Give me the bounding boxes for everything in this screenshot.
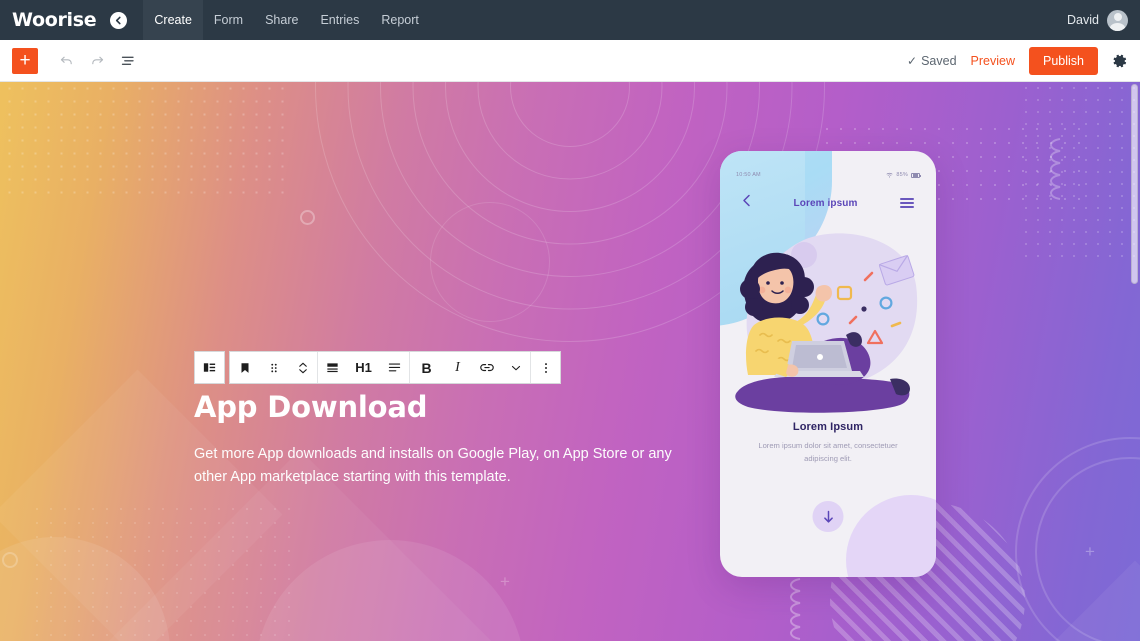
nav-item-report[interactable]: Report xyxy=(370,0,430,40)
phone-illustration xyxy=(720,229,936,419)
arrow-down-icon xyxy=(823,510,833,523)
gear-icon xyxy=(1113,54,1127,67)
deco-diamond-3 xyxy=(993,560,1140,641)
deco-plus-2: + xyxy=(1085,542,1095,561)
nav-item-entries[interactable]: Entries xyxy=(309,0,370,40)
link-button[interactable] xyxy=(472,352,501,383)
move-up-down-icon xyxy=(298,362,307,373)
deco-dots-top-right xyxy=(1020,82,1140,262)
deco-ring-3 xyxy=(430,202,550,322)
phone-card-text: Lorem ipsum dolor sit amet, consectetuer… xyxy=(758,441,898,463)
publish-button[interactable]: Publish xyxy=(1029,46,1098,75)
nav-item-create[interactable]: Create xyxy=(143,0,203,40)
wifi-icon xyxy=(886,172,893,178)
canvas-scrollbar-thumb[interactable] xyxy=(1131,84,1138,284)
chevron-left-icon xyxy=(743,194,750,207)
redo-icon xyxy=(91,56,103,65)
phone-scroll-down-button[interactable] xyxy=(812,501,844,532)
top-navigation-bar: Woorise Create Form Share Entries Report… xyxy=(0,0,1140,40)
person-with-laptop-illustration xyxy=(735,233,918,413)
more-formats-button[interactable] xyxy=(501,352,530,383)
settings-button[interactable] xyxy=(1112,53,1128,69)
deco-zigzag-1 xyxy=(780,577,810,641)
undo-button[interactable] xyxy=(52,47,80,75)
nav-item-form[interactable]: Form xyxy=(203,0,254,40)
align-text-button[interactable] xyxy=(380,352,409,383)
deco-small-ring-1 xyxy=(2,552,18,568)
paragraph-block-button[interactable] xyxy=(318,352,347,383)
move-block-button[interactable] xyxy=(288,352,317,383)
bold-button[interactable]: B xyxy=(410,352,443,383)
saved-status: ✓ Saved xyxy=(907,54,957,68)
block-format-toolbar: H1 B I xyxy=(194,351,561,384)
phone-app-header: Lorem ipsum xyxy=(720,194,936,212)
phone-back-button[interactable] xyxy=(742,194,751,212)
more-options-icon xyxy=(544,362,547,373)
phone-battery-percent: 85% xyxy=(896,172,908,178)
hero-text-block: App Download Get more App downloads and … xyxy=(194,387,714,489)
block-tools-panel: H1 B I xyxy=(229,351,561,384)
deco-ring-1 xyxy=(1015,437,1140,641)
phone-mockup: 10:50 AM 85% Lorem ipsum Lorem Ipsum Lor… xyxy=(720,151,936,577)
align-text-icon xyxy=(388,363,401,372)
deco-ring-2 xyxy=(1035,457,1140,641)
block-type-button[interactable] xyxy=(195,352,224,383)
heading-level-button[interactable]: H1 xyxy=(347,352,380,383)
phone-status-icons: 85% xyxy=(886,172,921,178)
user-menu[interactable]: David xyxy=(1067,9,1140,31)
paragraph-block-icon xyxy=(327,363,338,373)
nav-item-share[interactable]: Share xyxy=(254,0,309,40)
list-view-button[interactable] xyxy=(114,47,142,75)
preview-button[interactable]: Preview xyxy=(971,54,1015,68)
check-icon: ✓ xyxy=(907,53,918,68)
deco-dots-bottom-left xyxy=(30,502,290,641)
chevron-down-icon xyxy=(511,365,520,370)
phone-card-heading: Lorem Ipsum xyxy=(792,421,864,433)
page-title[interactable]: App Download xyxy=(194,387,714,427)
bookmark-icon xyxy=(241,362,248,373)
user-name-label: David xyxy=(1067,13,1099,27)
deco-zigzag-2 xyxy=(1040,137,1070,216)
undo-icon xyxy=(60,56,72,65)
add-block-button[interactable] xyxy=(12,47,38,74)
more-options-button[interactable] xyxy=(531,352,560,383)
italic-button[interactable]: I xyxy=(443,352,472,383)
deco-plus-1: + xyxy=(500,572,510,591)
block-bookmark-button[interactable] xyxy=(230,352,259,383)
editor-toolbar: ✓ Saved Preview Publish xyxy=(0,40,1140,82)
deco-circle-1 xyxy=(0,537,170,641)
link-icon xyxy=(479,363,494,371)
block-type-icon xyxy=(203,363,216,372)
editor-toolbar-left-group xyxy=(52,47,142,75)
canvas-scrollbar-track[interactable] xyxy=(1131,84,1138,639)
hamburger-menu-icon[interactable] xyxy=(899,197,914,209)
list-view-icon xyxy=(121,56,134,65)
deco-circle-2 xyxy=(250,535,530,641)
zigzag-icon xyxy=(790,578,801,640)
hero-paragraph[interactable]: Get more App downloads and installs on G… xyxy=(194,443,699,489)
chevron-left-icon xyxy=(116,16,121,24)
phone-status-bar: 10:50 AM 85% xyxy=(720,172,936,178)
zigzag-icon xyxy=(1050,138,1061,200)
block-switcher-panel xyxy=(194,351,225,384)
saved-label: Saved xyxy=(921,53,957,68)
battery-icon xyxy=(911,172,921,178)
editor-toolbar-right-group: ✓ Saved Preview Publish xyxy=(907,46,1128,75)
deco-small-ring-2 xyxy=(300,210,315,225)
redo-button[interactable] xyxy=(83,47,111,75)
avatar[interactable] xyxy=(1107,9,1128,31)
phone-text-block: Lorem Ipsum Lorem ipsum dolor sit amet, … xyxy=(720,421,936,465)
main-nav-items: Create Form Share Entries Report xyxy=(143,0,430,40)
phone-bottom-blob xyxy=(846,495,936,577)
form-canvas: + + H1 B I App Download Get more App dow… xyxy=(0,82,1140,641)
drag-handle-icon xyxy=(270,363,277,372)
woorise-logo: Woorise xyxy=(12,9,97,31)
drag-handle-button[interactable] xyxy=(259,352,288,383)
phone-status-time: 10:50 AM xyxy=(736,172,761,178)
deco-dots-left xyxy=(0,82,290,202)
back-button[interactable] xyxy=(110,11,128,29)
phone-screen-title: Lorem ipsum xyxy=(793,197,858,209)
